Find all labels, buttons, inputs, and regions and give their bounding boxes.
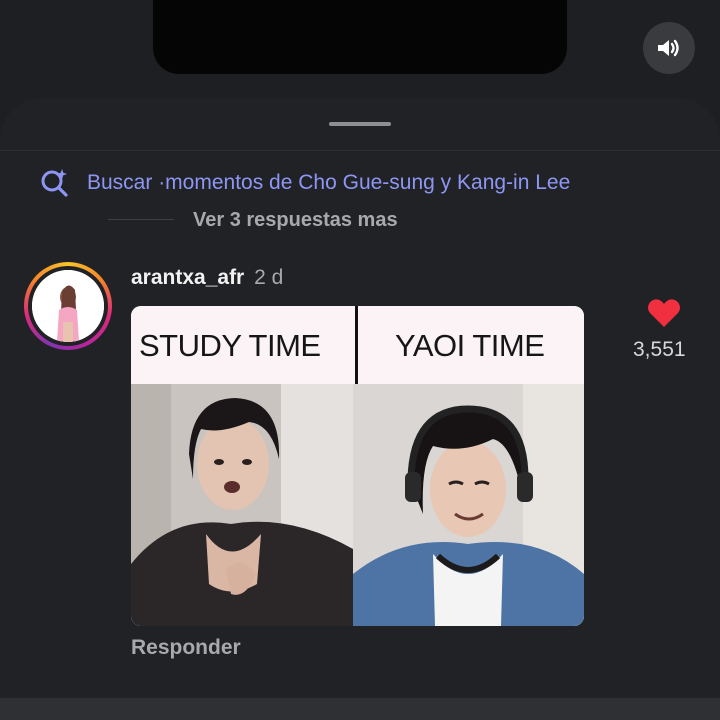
sheet-divider	[0, 150, 720, 151]
comments-screen: Buscar ·momentos de Cho Gue-sung y Kang-…	[0, 0, 720, 720]
bottom-bar	[0, 698, 720, 720]
story-ring[interactable]	[24, 262, 112, 350]
meme-divider	[355, 306, 358, 384]
avatar	[32, 270, 104, 342]
reply-button[interactable]: Responder	[131, 636, 241, 660]
search-suggestion-label: Buscar ·momentos de Cho Gue-sung y Kang-…	[87, 171, 571, 194]
heart-icon[interactable]	[647, 298, 681, 328]
drag-handle[interactable]	[329, 122, 391, 126]
search-suggestion[interactable]: Buscar ·momentos de Cho Gue-sung y Kang-…	[40, 168, 570, 198]
view-replies-link[interactable]: Ver 3 respuestas mas	[193, 209, 398, 232]
replies-indent-line	[108, 219, 174, 220]
comment-header: arantxa_afr 2 d	[131, 266, 283, 290]
sparkle-search-icon	[40, 168, 72, 198]
like-count: 3,551	[633, 338, 686, 361]
meme-left-photo	[131, 384, 353, 626]
meme-left-label: STUDY TIME	[139, 328, 321, 363]
meme-right-photo	[353, 384, 584, 626]
sound-toggle-button[interactable]	[643, 22, 695, 74]
comments-sheet: Buscar ·momentos de Cho Gue-sung y Kang-…	[0, 98, 720, 698]
comment-username[interactable]: arantxa_afr	[131, 266, 244, 289]
meme-image[interactable]: STUDY TIME YAOI TIME	[131, 306, 584, 626]
camera-notch	[153, 0, 567, 74]
comment-age: 2 d	[254, 266, 284, 289]
speaker-on-icon	[658, 39, 679, 57]
meme-right-label: YAOI TIME	[395, 328, 545, 363]
meme-header: STUDY TIME YAOI TIME	[131, 306, 584, 384]
